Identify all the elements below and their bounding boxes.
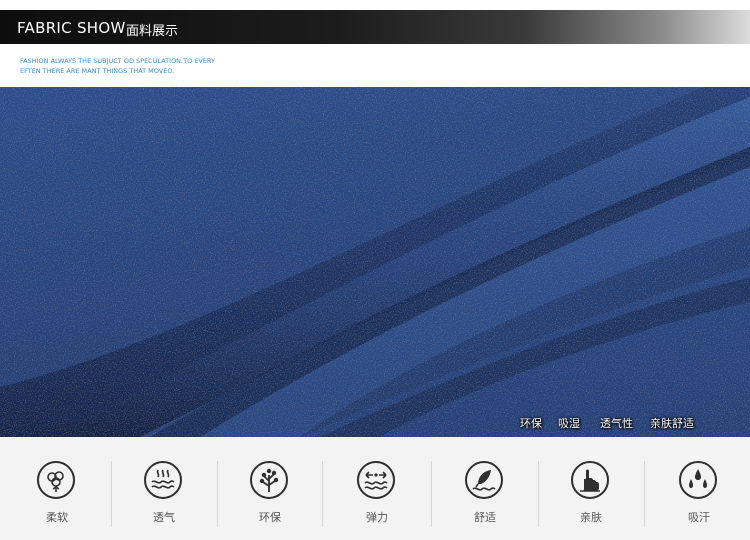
cotton-icon — [47, 471, 64, 492]
tagline-line-2: EFTEN THERE ARE MANT THINGS THAT MOVEO. — [20, 67, 175, 75]
feature-eco: 环保 — [217, 437, 323, 540]
feature-label: 透气 — [153, 511, 175, 524]
header-bar: FABRIC SHOW 面料展示 — [0, 10, 750, 44]
feature-comfort: 舒适 — [432, 437, 538, 540]
fabric-photo: 环保 吸湿 透气性 亲肤舒适 — [0, 87, 750, 437]
airflow-icon — [151, 469, 175, 489]
feature-stretch: 弹力 — [324, 437, 430, 540]
features-row: 柔软 透气 环保 弹力 舒适 亲肤 吸汗 — [0, 437, 750, 540]
feature-label: 舒适 — [474, 511, 496, 524]
tagline: FASHION ALWAYS THE SUBJUCT OD SPECULATIO… — [20, 56, 320, 76]
fabric-overlay-text-2: 吸湿 — [558, 417, 580, 430]
feature-label: 亲肤 — [580, 511, 602, 524]
feature-soft: 柔软 — [4, 437, 110, 540]
hand-icon — [580, 469, 600, 492]
feature-sweat-absorbing: 吸汗 — [646, 437, 750, 540]
divider — [644, 461, 645, 527]
denim-texture-image — [0, 87, 750, 437]
feature-label: 柔软 — [46, 511, 68, 524]
divider — [322, 461, 323, 527]
fabric-overlay-text-3: 透气性 — [600, 417, 633, 430]
tree-icon — [259, 468, 279, 492]
feather-icon — [472, 470, 496, 491]
feature-skin-friendly: 亲肤 — [538, 437, 644, 540]
tagline-line-1: FASHION ALWAYS THE SUBJUCT OD SPECULATIO… — [20, 57, 215, 65]
feature-breathable: 透气 — [111, 437, 217, 540]
page-title: FABRIC SHOW — [17, 19, 126, 37]
page-subtitle: 面料展示 — [126, 24, 179, 39]
feature-label: 弹力 — [366, 511, 388, 524]
stretch-icon — [364, 471, 388, 490]
feature-label: 吸汗 — [688, 511, 710, 524]
fabric-overlay-text-4: 亲肤舒适 — [650, 417, 694, 430]
feature-label: 环保 — [259, 511, 281, 524]
fabric-overlay-text-1: 环保 — [520, 417, 542, 430]
droplets-icon — [689, 469, 707, 488]
